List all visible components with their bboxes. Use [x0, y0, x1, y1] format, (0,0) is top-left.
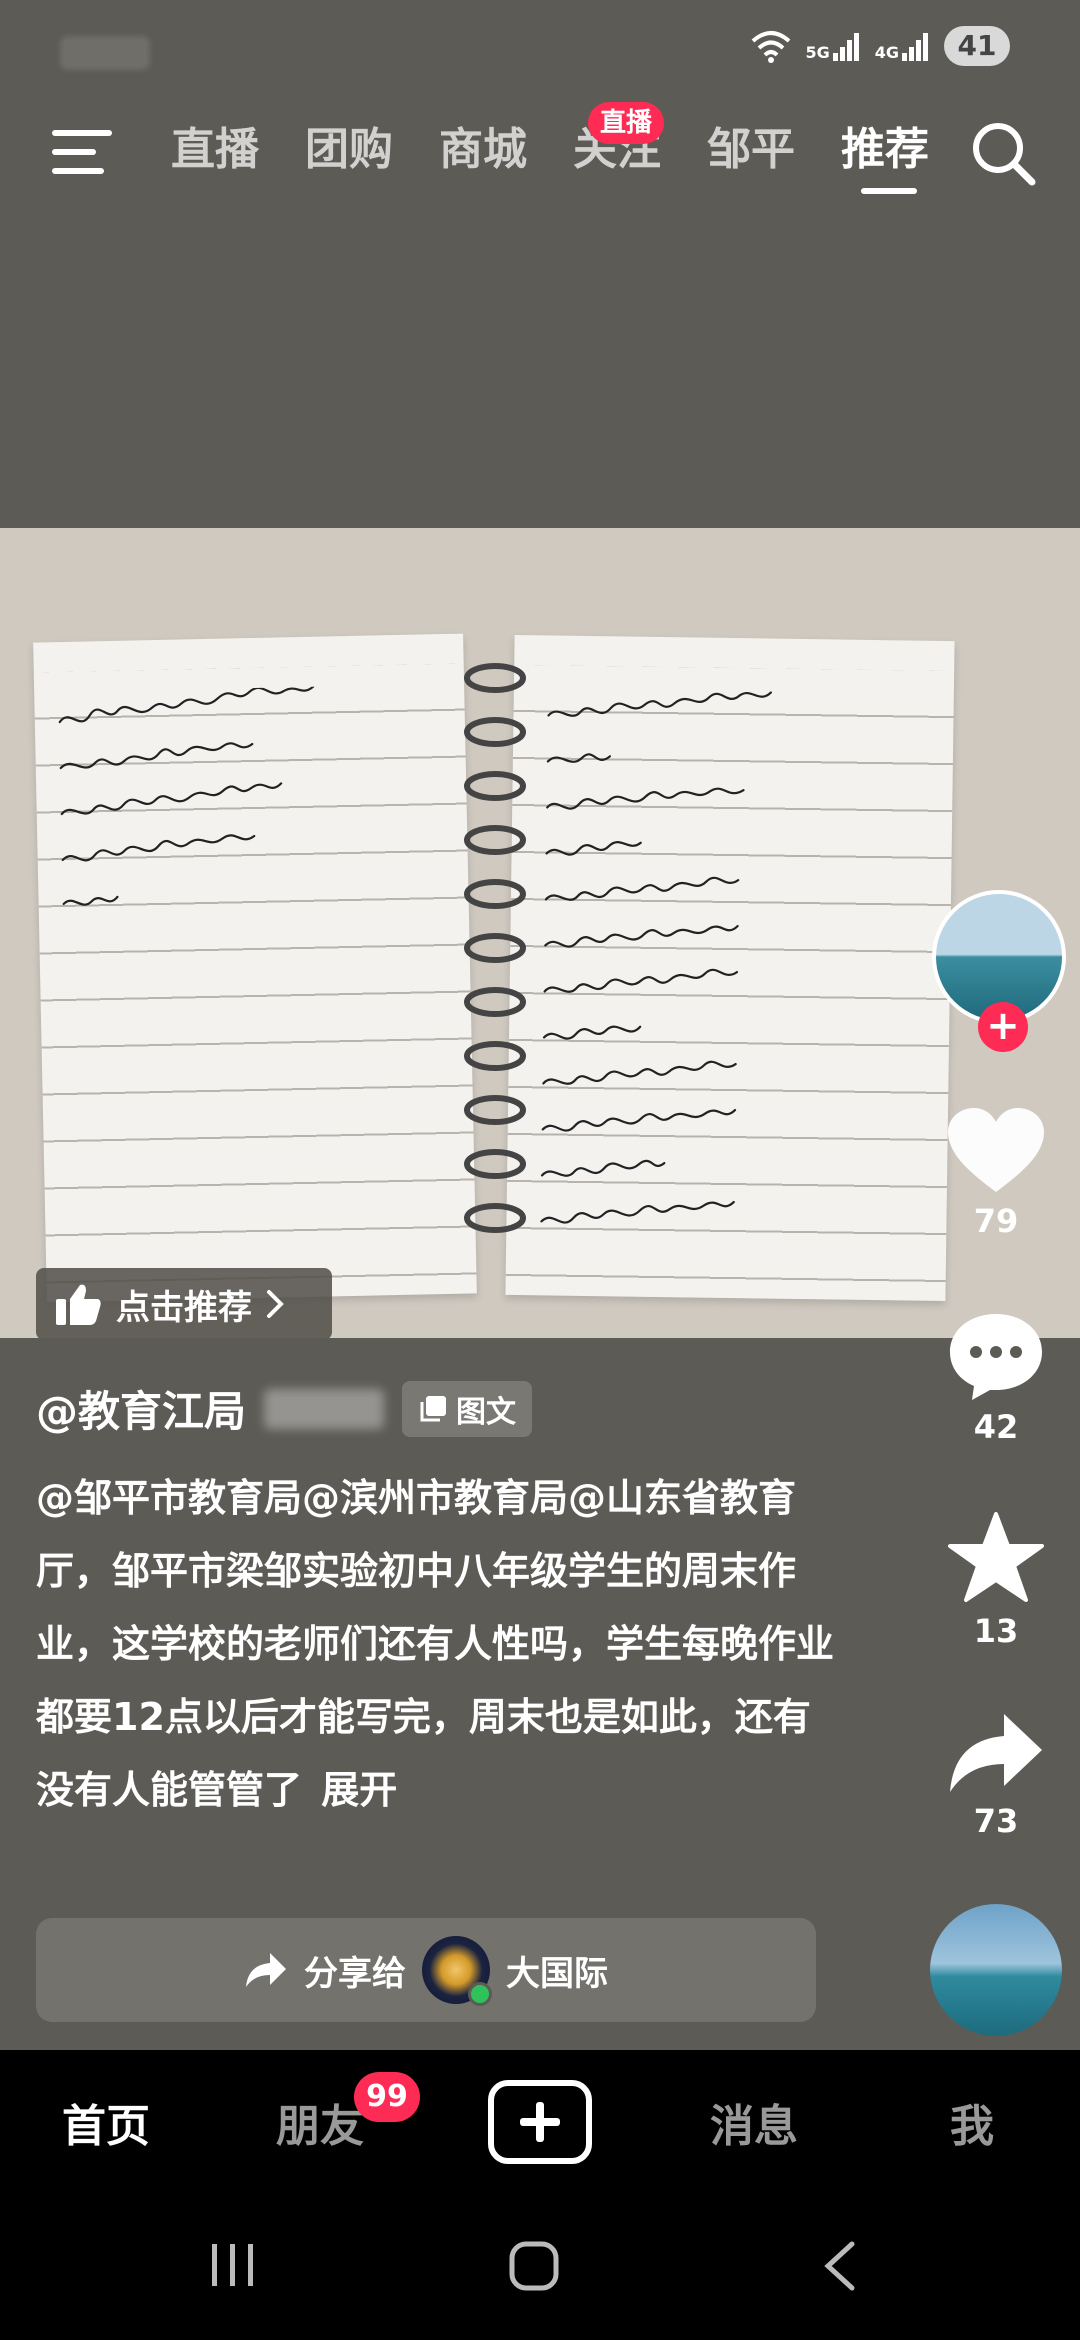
favorite-count: 13	[973, 1612, 1019, 1650]
share-icon	[950, 1714, 1042, 1792]
system-nav-bar	[0, 2200, 1080, 2340]
heart-icon	[948, 1108, 1044, 1192]
music-disc[interactable]	[930, 1904, 1062, 2036]
notebook-spiral	[464, 663, 526, 1233]
create-button[interactable]	[488, 2080, 592, 2164]
friend-name: 大国际	[506, 1953, 608, 1994]
notebook-left-page	[33, 633, 477, 1303]
recent-apps-icon[interactable]	[208, 2240, 258, 2290]
nav-me[interactable]: 我	[950, 2090, 994, 2154]
friends-badge: 99	[354, 2072, 420, 2122]
signal-bars-icon	[832, 33, 859, 61]
like-button[interactable]: 79	[926, 1106, 1066, 1240]
feed-tabs: 直播 团购 商城 关注 邹平 推荐 直播	[148, 102, 952, 194]
image-post-tag: 图文	[402, 1380, 533, 1437]
bottom-nav: 首页 朋友 99 消息 我	[0, 2050, 1080, 2200]
nav-friends[interactable]: 朋友	[276, 2090, 364, 2154]
author-name-blurred	[264, 1388, 385, 1429]
wifi-icon	[752, 31, 791, 63]
share-button[interactable]: 73	[926, 1710, 1066, 1840]
recommend-label: 点击推荐	[116, 1287, 252, 1328]
net-4g-label: 4G	[874, 43, 899, 62]
comment-count: 42	[973, 1408, 1019, 1446]
comment-button[interactable]: 42	[926, 1310, 1066, 1446]
nav-home[interactable]: 首页	[62, 2090, 150, 2154]
tab-live[interactable]: 直播	[148, 118, 282, 188]
share-to-friend-bar[interactable]: 分享给 大国际	[36, 1918, 816, 2022]
handwriting-left	[58, 685, 315, 906]
tab-group-buy[interactable]: 团购	[282, 118, 416, 188]
battery-indicator: 41	[944, 26, 1010, 66]
like-count: 79	[973, 1202, 1019, 1240]
tab-mall[interactable]: 商城	[416, 118, 550, 188]
author-row: @教育江局 图文	[36, 1378, 533, 1439]
home-button-icon[interactable]	[508, 2240, 560, 2292]
status-bar: 5G 4G 41	[0, 0, 1080, 100]
author-name[interactable]: @教育江局	[36, 1378, 246, 1439]
status-icons: 5G 4G 41	[751, 26, 1010, 66]
star-icon	[948, 1512, 1044, 1602]
caption-text: @邹平市教育局@滨州市教育局@山东省教育厅，邹平市梁邹实验初中八年级学生的周末作…	[36, 1476, 835, 1812]
follow-plus-button[interactable]: +	[978, 1002, 1028, 1052]
top-nav: 直播 团购 商城 关注 邹平 推荐 直播	[0, 100, 1080, 210]
signal-bars-icon	[902, 33, 928, 61]
comment-icon	[950, 1314, 1042, 1400]
tab-recommended[interactable]: 推荐	[818, 118, 952, 194]
signal-5g: 5G	[805, 31, 860, 61]
post-image[interactable]: 点击推荐	[0, 528, 1080, 1338]
handwriting-right	[540, 691, 772, 1224]
expand-link[interactable]: 展开	[321, 1768, 397, 1812]
live-badge: 直播	[588, 102, 665, 144]
menu-icon[interactable]	[52, 126, 114, 178]
net-5g-label: 5G	[805, 43, 830, 62]
share-label: 分享给	[304, 1953, 406, 1994]
nav-messages[interactable]: 消息	[710, 2090, 798, 2154]
back-icon[interactable]	[820, 2240, 860, 2292]
tab-local[interactable]: 邹平	[684, 118, 818, 188]
friend-avatar	[422, 1936, 492, 2006]
status-time-blurred	[60, 36, 150, 70]
search-icon[interactable]	[968, 118, 1040, 190]
favorite-button[interactable]: 13	[926, 1510, 1066, 1650]
tag-label: 图文	[456, 1394, 517, 1430]
image-stack-icon	[420, 1395, 447, 1421]
share-count: 73	[973, 1802, 1019, 1840]
recommend-button[interactable]: 点击推荐	[36, 1268, 332, 1338]
share-arrow-icon	[246, 1953, 286, 1987]
thumbs-up-icon	[56, 1284, 101, 1325]
online-indicator	[468, 1982, 492, 2006]
signal-4g: 4G	[875, 31, 930, 61]
post-caption[interactable]: @邹平市教育局@滨州市教育局@山东省教育厅，邹平市梁邹实验初中八年级学生的周末作…	[36, 1462, 836, 1827]
chevron-right-icon	[267, 1290, 284, 1318]
video-feed-screen: 5G 4G 41 直播 团购 商城 关注 邹平 推荐 直播 点击推荐 @教育江局…	[0, 0, 1080, 2340]
notebook-right-page	[505, 634, 955, 1302]
plus-icon	[520, 2102, 560, 2142]
